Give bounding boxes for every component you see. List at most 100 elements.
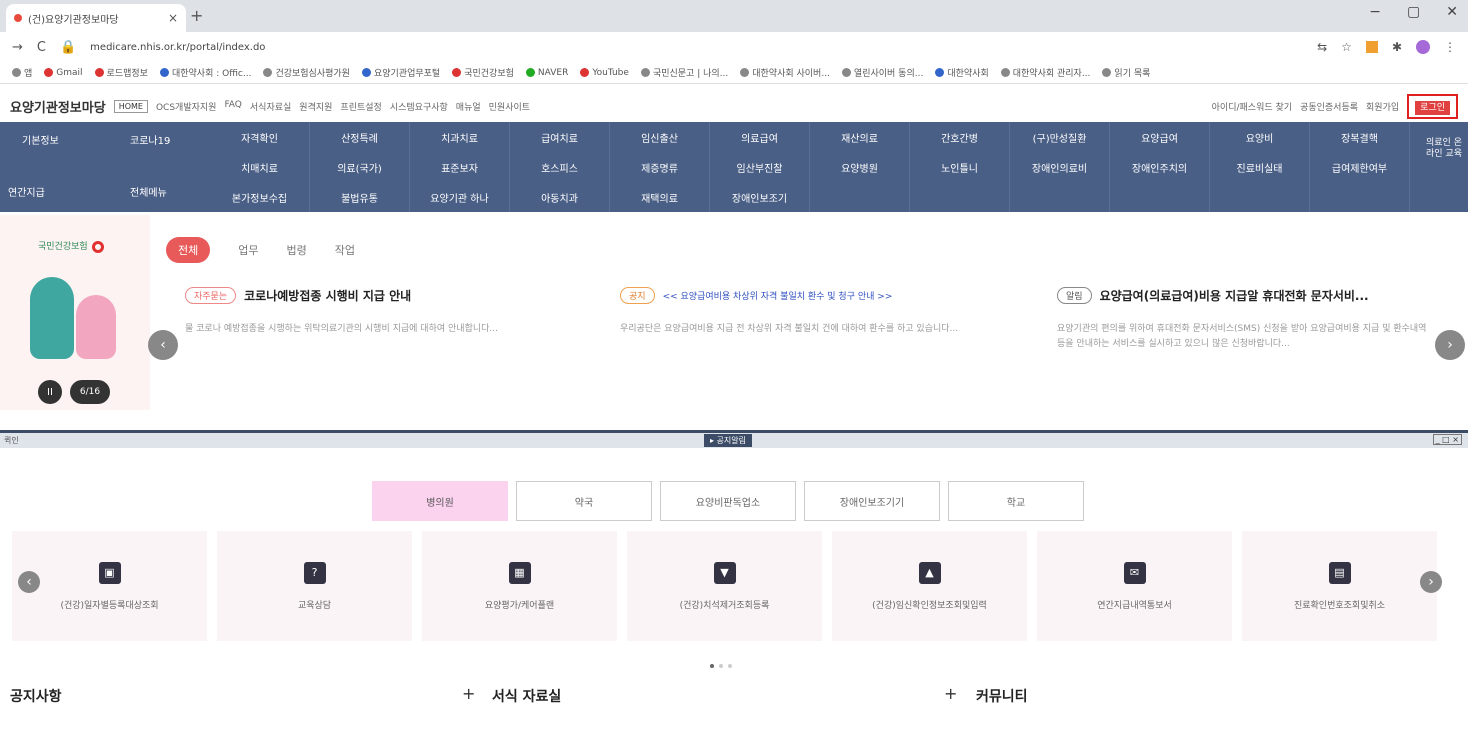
- bookmark-item[interactable]: 열린사이버 동의...: [841, 66, 923, 79]
- new-tab-button[interactable]: +: [190, 6, 203, 25]
- bookmark-item[interactable]: 요양기관업무포털: [361, 66, 440, 79]
- quick-menu-item[interactable]: ▤ 진료확인번호조회및취소: [1242, 531, 1437, 641]
- profile-avatar[interactable]: [1416, 40, 1430, 54]
- bookmark-item[interactable]: YouTube: [580, 68, 629, 78]
- menu-basic-info[interactable]: 기본정보: [22, 132, 59, 147]
- quick-menu-item[interactable]: ✉ 연간지급내역통보서: [1037, 531, 1232, 641]
- mega-menu-item[interactable]: 장애인의료비: [1010, 152, 1110, 182]
- filter-law[interactable]: 법령: [287, 242, 307, 258]
- extension-icon[interactable]: [1365, 41, 1378, 53]
- util-link[interactable]: 원격지원: [299, 100, 332, 113]
- quick-tab[interactable]: 요양비판독업소: [660, 481, 796, 521]
- util-link[interactable]: 민원사이트: [489, 100, 530, 113]
- mega-menu-item[interactable]: 진료비실태: [1210, 152, 1310, 182]
- browser-tab[interactable]: (건)요양기관정보마당 ×: [6, 4, 186, 32]
- page-dot[interactable]: [728, 664, 732, 668]
- puzzle-icon[interactable]: ✱: [1392, 40, 1402, 54]
- forms-section-title[interactable]: 서식 자료실: [492, 686, 561, 706]
- mega-menu-item[interactable]: 호스피스: [510, 152, 610, 182]
- mega-menu-item[interactable]: 의료(국가): [310, 152, 410, 182]
- quick-menu-item[interactable]: ▼ (건강)치석제거조회등록: [627, 531, 822, 641]
- quick-menu-item[interactable]: ▲ (건강)임신확인정보조회및입력: [832, 531, 1027, 641]
- signup-link[interactable]: 회원가입: [1366, 100, 1399, 113]
- mega-menu-item[interactable]: 장애인주치의: [1110, 152, 1210, 182]
- menu-corona[interactable]: 코로나19: [130, 132, 170, 147]
- filter-task[interactable]: 작업: [335, 242, 355, 258]
- community-section-title[interactable]: 커뮤니티: [976, 686, 1028, 706]
- mega-menu-item[interactable]: 자격확인: [210, 122, 310, 152]
- notice-section-title[interactable]: 공지사항: [10, 686, 62, 706]
- quick-prev-button[interactable]: ‹: [18, 571, 40, 593]
- minimize-button[interactable]: −: [1369, 4, 1381, 20]
- mega-menu-item[interactable]: 장복결핵: [1310, 122, 1410, 152]
- reload-icon[interactable]: C: [37, 40, 46, 55]
- login-button[interactable]: 로그인: [1415, 100, 1450, 115]
- quick-menu-item[interactable]: ? 교육상담: [217, 531, 412, 641]
- slider-next-button[interactable]: ›: [1435, 330, 1465, 360]
- mega-menu-item[interactable]: 급여치료: [510, 122, 610, 152]
- mega-menu-item[interactable]: 재택의료: [610, 182, 710, 212]
- quick-menu-item[interactable]: ▦ 요양평가/케어플랜: [422, 531, 617, 641]
- mega-menu-item[interactable]: 장애인보조기: [710, 182, 810, 212]
- notice-card[interactable]: 자주묻는 코로나예방접종 시행비 지급 안내 물 코로나 예방접종을 시행하는 위…: [185, 287, 585, 337]
- filter-work[interactable]: 업무: [238, 242, 258, 258]
- util-link[interactable]: OCS개발자지원: [156, 100, 216, 113]
- url-input[interactable]: medicare.nhis.or.kr/portal/index.do: [90, 42, 265, 53]
- card-title[interactable]: 요양급여(의료급여)비용 지급알 휴대전화 문자서비...: [1100, 287, 1369, 304]
- notice-card[interactable]: 알림 요양급여(의료급여)비용 지급알 휴대전화 문자서비... 요양기관의 편의…: [1057, 287, 1432, 352]
- bookmark-item[interactable]: 대한약사회 사이버...: [740, 66, 830, 79]
- site-brand[interactable]: 요양기관정보마당: [10, 97, 106, 116]
- menu-annual-pay[interactable]: 연간지급: [8, 184, 45, 199]
- panel-window-controls[interactable]: _ □ ×: [1432, 434, 1462, 445]
- bookmark-item[interactable]: 국민신문고 | 나의...: [640, 66, 728, 79]
- bookmark-item[interactable]: 대한약사회 관리자...: [1000, 66, 1090, 79]
- tab-close-icon[interactable]: ×: [168, 11, 178, 25]
- bookmark-item[interactable]: 대한약사회: [935, 66, 989, 79]
- translate-icon[interactable]: ⇆: [1317, 40, 1327, 54]
- mega-menu-item[interactable]: 노인틀니: [910, 152, 1010, 182]
- util-link[interactable]: 매뉴얼: [456, 100, 481, 113]
- mega-menu-item[interactable]: 간호간병: [910, 122, 1010, 152]
- pause-button[interactable]: II: [38, 380, 62, 404]
- star-icon[interactable]: ☆: [1341, 40, 1352, 54]
- mega-menu-item[interactable]: 재산의료: [810, 122, 910, 152]
- bookmark-item[interactable]: NAVER: [525, 68, 568, 78]
- menu-icon[interactable]: ⋮: [1444, 40, 1456, 54]
- util-link[interactable]: FAQ: [224, 100, 241, 113]
- util-link[interactable]: 서식자료실: [250, 100, 291, 113]
- mega-menu-item[interactable]: 표준보자: [410, 152, 510, 182]
- mega-menu-item[interactable]: 급여제한여부: [1310, 152, 1410, 182]
- mega-menu-item[interactable]: 산정특례: [310, 122, 410, 152]
- cert-register-link[interactable]: 공동인증서등록: [1300, 100, 1358, 113]
- mega-menu-item[interactable]: 의료급여: [710, 122, 810, 152]
- mega-menu-item[interactable]: 제증명류: [610, 152, 710, 182]
- page-dot[interactable]: [710, 664, 714, 668]
- quick-tab[interactable]: 학교: [948, 481, 1084, 521]
- page-dot[interactable]: [719, 664, 723, 668]
- mega-menu-item[interactable]: 요양기관 하나: [410, 182, 510, 212]
- bookmark-item[interactable]: 대한약사회 : Offic...: [159, 66, 251, 79]
- mega-menu-item[interactable]: 불법유통: [310, 182, 410, 212]
- quick-next-button[interactable]: ›: [1420, 571, 1442, 593]
- forms-plus-icon[interactable]: +: [462, 684, 475, 703]
- mega-menu-item[interactable]: 아동치과: [510, 182, 610, 212]
- find-id-link[interactable]: 아이디/패스워드 찾기: [1212, 100, 1292, 113]
- mega-menu-item[interactable]: 치매치료: [210, 152, 310, 182]
- quick-tab[interactable]: 장애인보조기기: [804, 481, 940, 521]
- mega-menu-item[interactable]: 요양병원: [810, 152, 910, 182]
- bookmark-item[interactable]: 앱: [12, 66, 32, 79]
- mega-menu-item[interactable]: 치과치료: [410, 122, 510, 152]
- mega-menu-item[interactable]: 임산부진찰: [710, 152, 810, 182]
- panel-toggle[interactable]: ▸ 공지알림: [704, 434, 752, 447]
- card-title[interactable]: << 요양급여비용 차상위 자격 불일치 환수 및 청구 안내 >>: [663, 289, 893, 302]
- quick-tab[interactable]: 약국: [516, 481, 652, 521]
- quick-tab[interactable]: 병의원: [372, 481, 508, 521]
- bookmark-item[interactable]: 로드맵정보: [94, 66, 148, 79]
- util-link[interactable]: 프린트설정: [340, 100, 381, 113]
- notice-card[interactable]: 공지 << 요양급여비용 차상위 자격 불일치 환수 및 청구 안내 >> 우리공…: [620, 287, 1020, 337]
- mega-menu-item[interactable]: 요양비: [1210, 122, 1310, 152]
- bookmark-item[interactable]: 읽기 목록: [1102, 66, 1150, 79]
- util-link[interactable]: 시스템요구사항: [390, 100, 448, 113]
- bookmark-item[interactable]: Gmail: [44, 68, 83, 78]
- mega-menu-item[interactable]: 임신출산: [610, 122, 710, 152]
